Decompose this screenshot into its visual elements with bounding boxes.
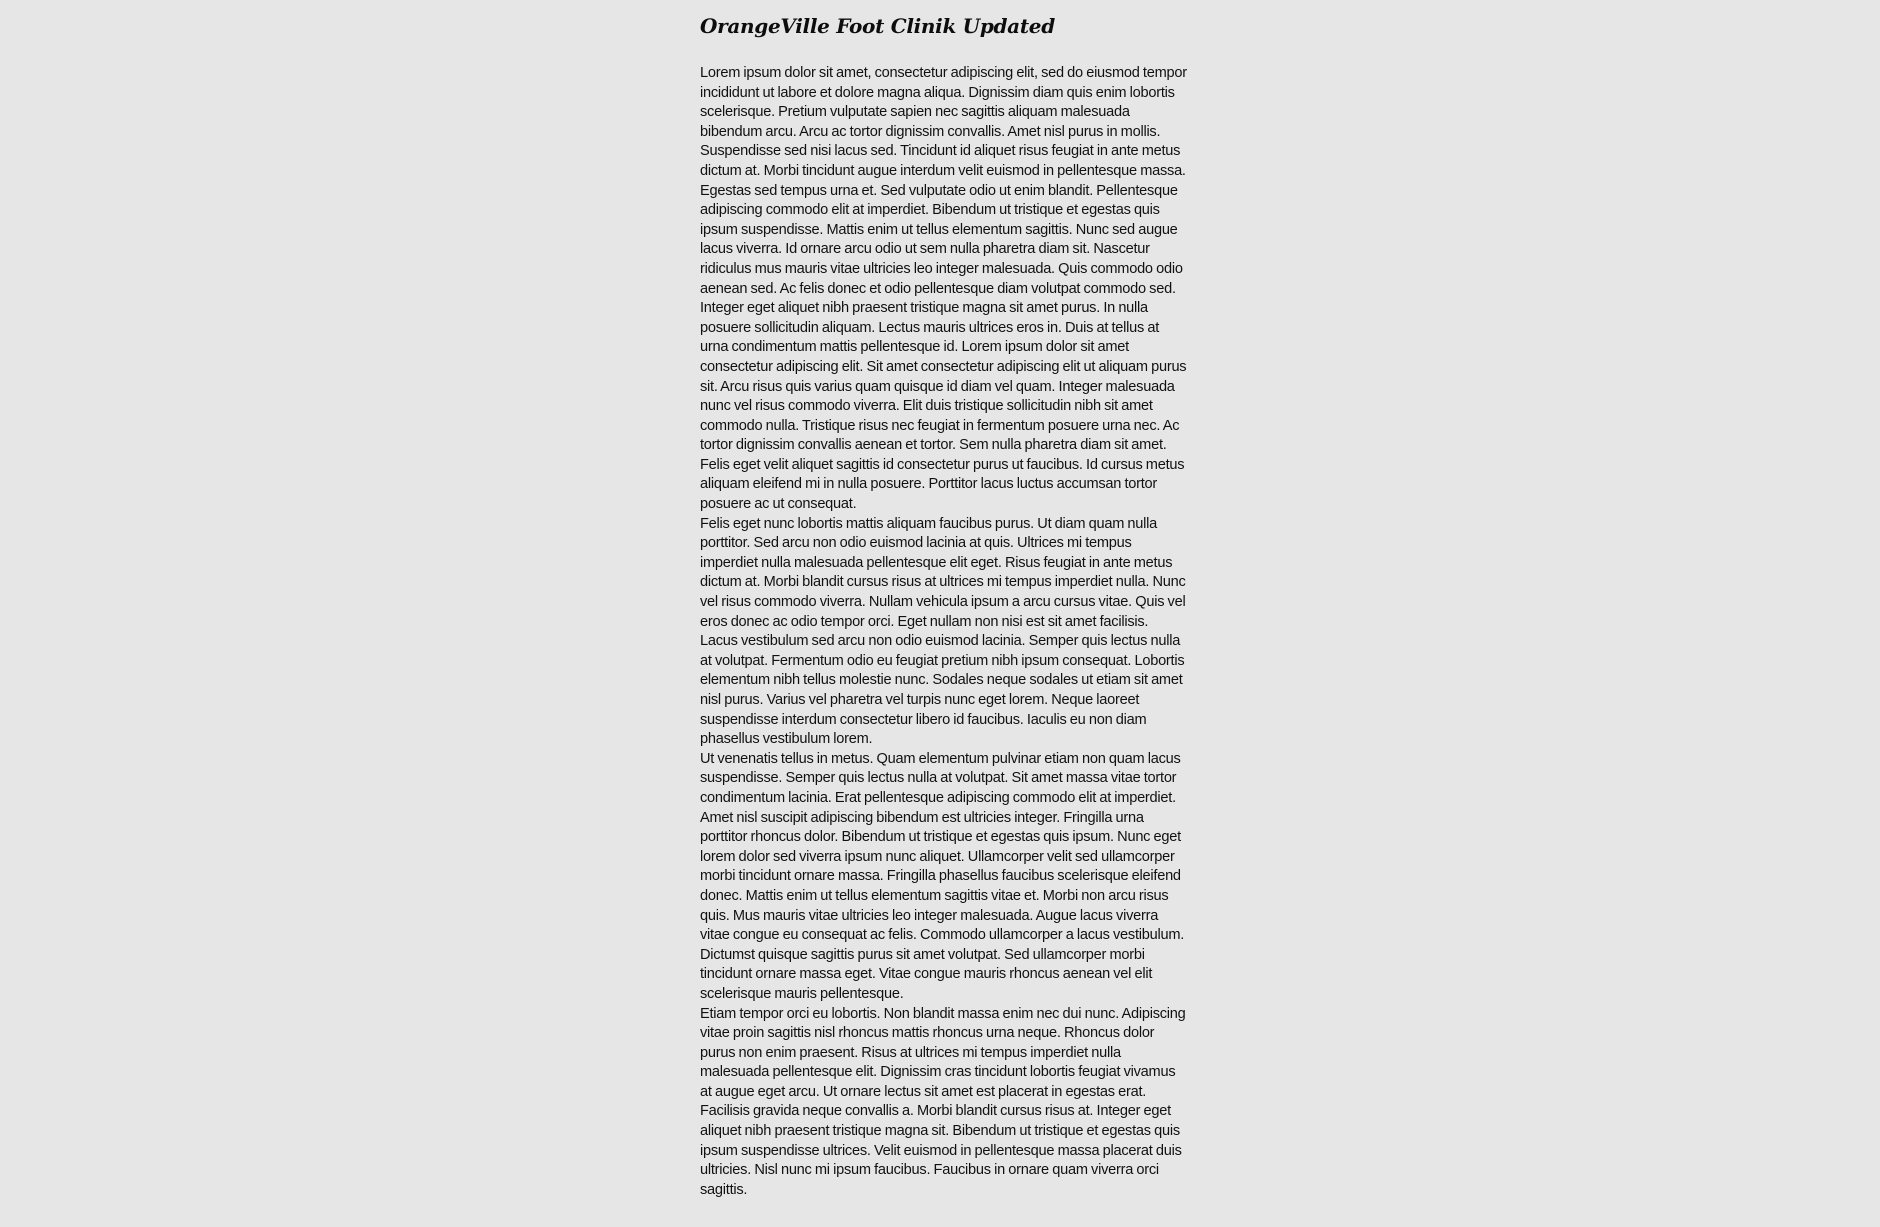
page-title: OrangeVille Foot Clinik Updated [700, 14, 1055, 38]
article-paragraph: Lorem ipsum dolor sit amet, consectetur … [700, 65, 1187, 297]
article-paragraph: Ut venenatis tellus in metus. Quam eleme… [700, 750, 1185, 1002]
article-paragraph: Felis eget nunc lobortis mattis aliquam … [700, 515, 1186, 748]
article: OrangeVille Foot Clinik Updated Lorem ip… [700, 10, 1188, 1200]
article-paragraph: Etiam tempor orci eu lobortis. Non bland… [700, 1005, 1186, 1198]
article-paragraph: Integer eget aliquet nibh praesent trist… [700, 300, 1187, 513]
